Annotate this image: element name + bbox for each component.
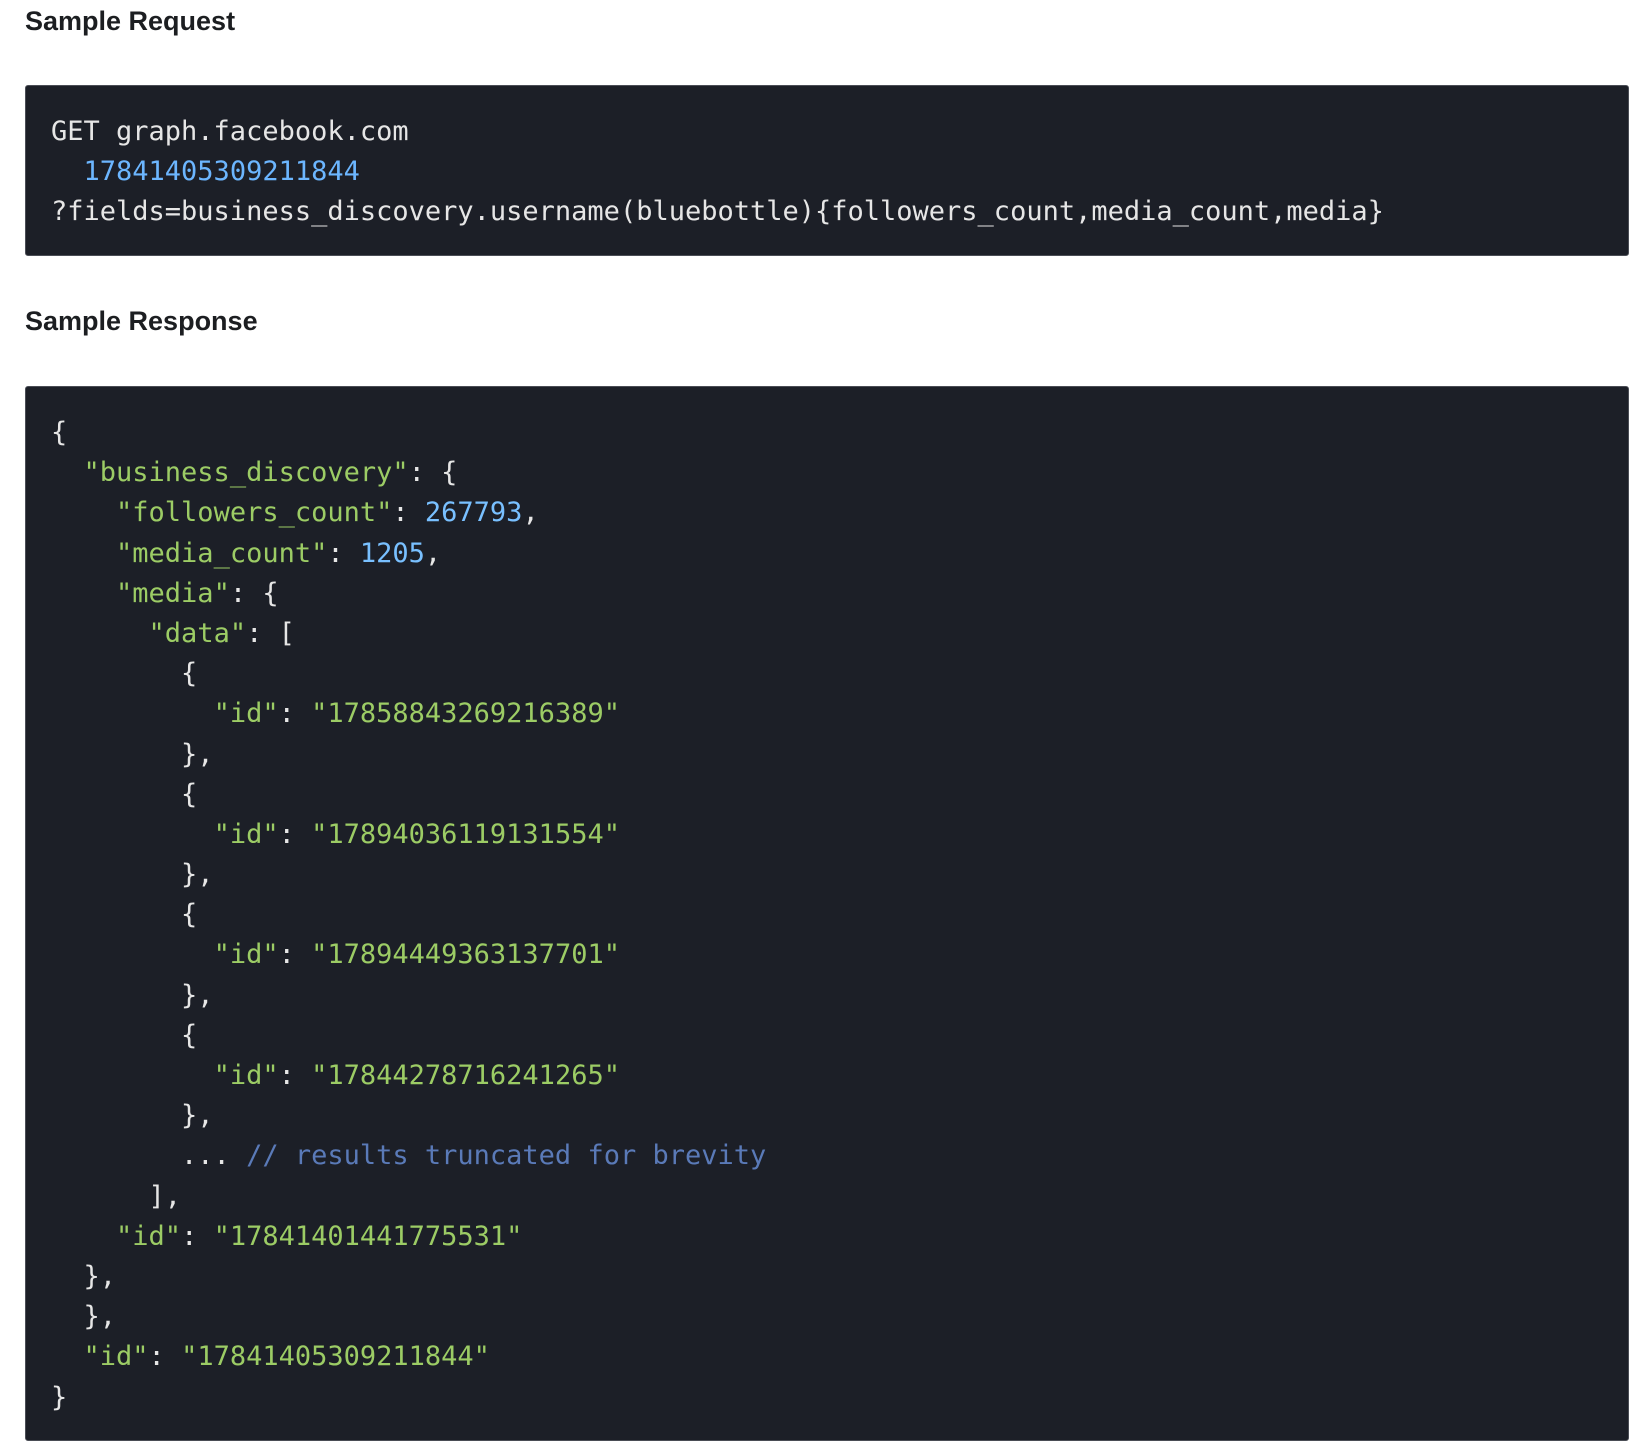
followers-count-value: 267793: [424, 497, 523, 529]
request-query: ?fields=business_discovery.username(blue…: [51, 196, 1384, 228]
request-method-line: GET graph.facebook.com: [51, 112, 1603, 152]
request-node-id-line: 17841405309211844: [51, 152, 1603, 192]
media-id-value: "17894036119131554": [311, 818, 620, 850]
request-method-host: GET graph.facebook.com: [51, 116, 409, 147]
request-query-line: ?fields=business_discovery.username(blue…: [51, 192, 1603, 232]
sample-request-code-block: GET graph.facebook.com 17841405309211844…: [25, 85, 1629, 256]
media-id-value: "17844278716241265": [311, 1060, 620, 1091]
request-node-id: 17841405309211844: [83, 156, 360, 188]
sample-request-heading: Sample Request: [25, 6, 236, 36]
business-id-value: "17841401441775531": [213, 1220, 523, 1252]
sample-response-code-block: { "business_discovery": { "followers_cou…: [25, 386, 1629, 1441]
media-count-value: 1205: [359, 537, 425, 569]
truncation-comment: // results truncated for brevity: [246, 1140, 767, 1172]
media-id-value: "17894449363137701": [311, 939, 620, 971]
media-id-value: "17858843269216389": [311, 698, 620, 730]
sample-response-heading: Sample Response: [25, 306, 258, 336]
root-id-value: "17841405309211844": [181, 1341, 490, 1373]
